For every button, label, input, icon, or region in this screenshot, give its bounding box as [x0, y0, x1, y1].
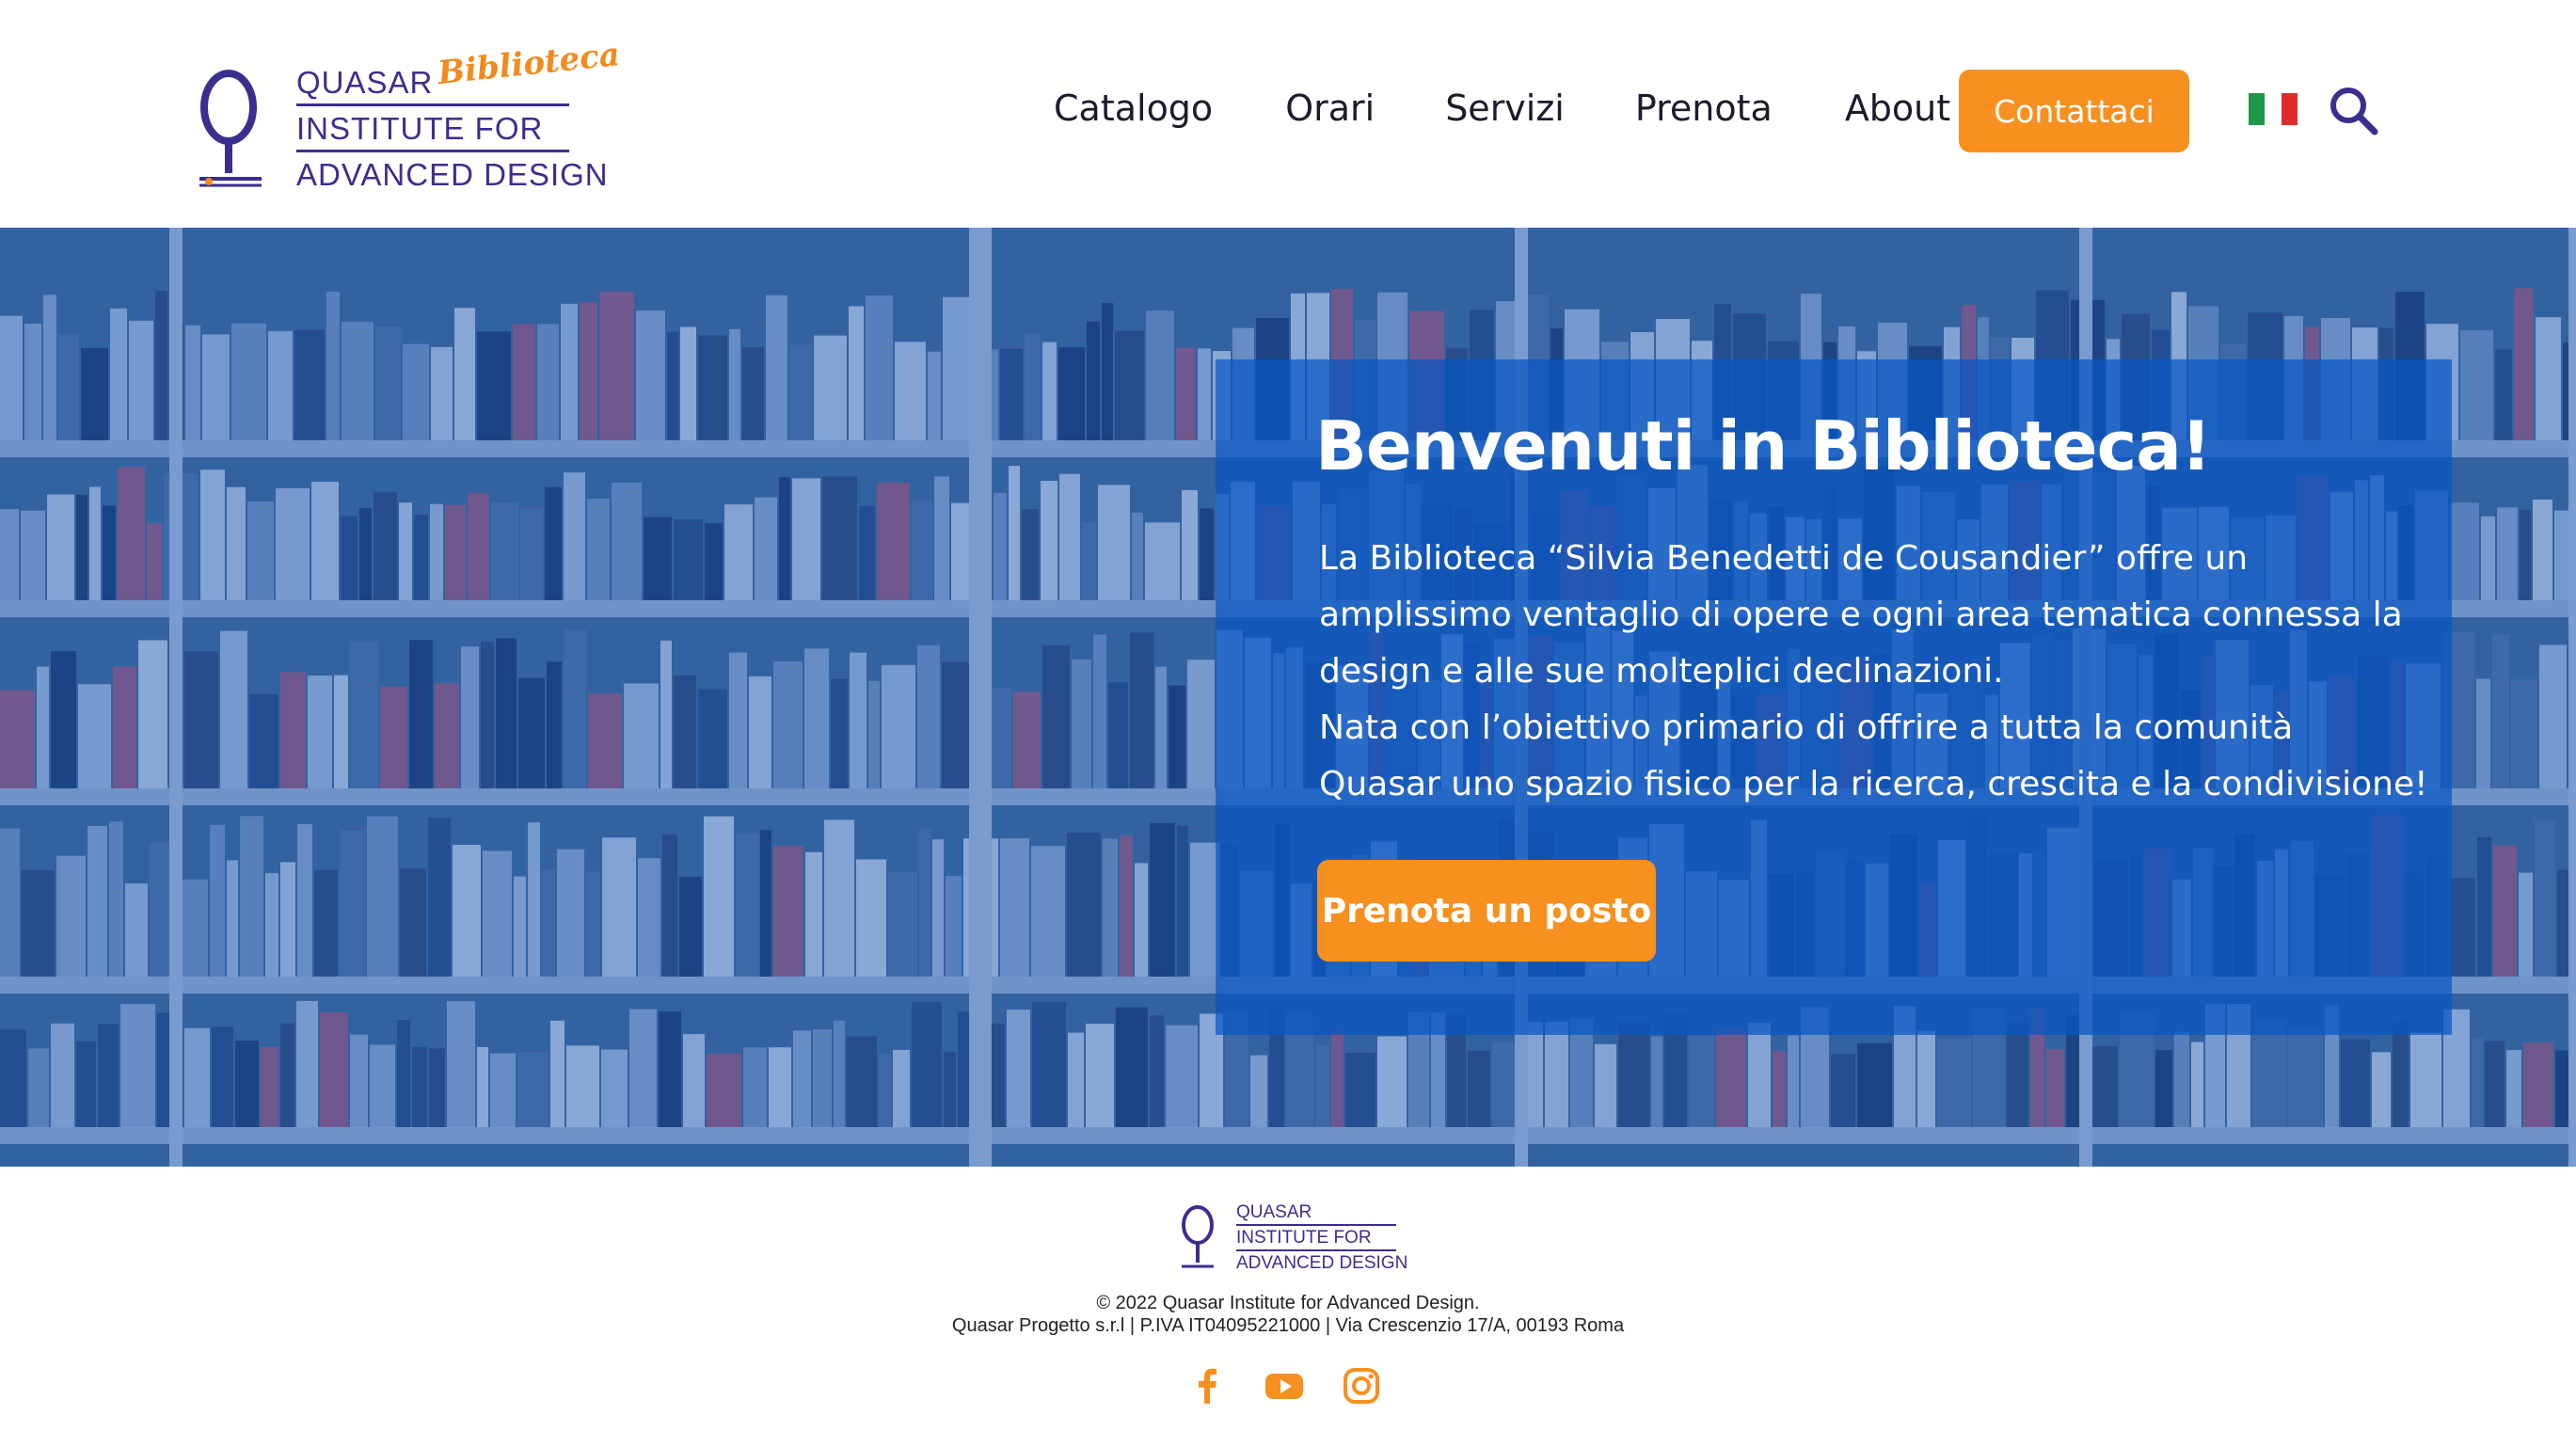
site-footer: QUASAR INSTITUTE FOR ADVANCED DESIGN © 2…	[0, 1167, 2576, 1447]
footer-logo-divider	[1236, 1249, 1396, 1251]
footer-logo[interactable]: QUASAR INSTITUTE FOR ADVANCED DESIGN	[1180, 1202, 1407, 1274]
nav-item-orari[interactable]: Orari	[1285, 81, 1375, 135]
footer-logo-line-quasar: QUASAR	[1236, 1202, 1312, 1222]
hero-description-line: Quasar uno spazio fisico per la ricerca,…	[1319, 765, 2428, 803]
hero-description-line: design e alle sue molteplici declinazion…	[1319, 652, 2004, 691]
logo-divider	[296, 150, 569, 152]
footer-company-info: Quasar Progetto s.r.l | P.IVA IT04095221…	[951, 1315, 1625, 1336]
youtube-icon[interactable]	[1264, 1366, 1304, 1406]
logo-line-institute: INSTITUTE FOR	[296, 111, 544, 146]
nav-item-prenota[interactable]: Prenota	[1635, 81, 1773, 135]
italy-flag-icon[interactable]	[2249, 93, 2298, 125]
footer-logo-line-advanced-design: ADVANCED DESIGN	[1236, 1253, 1408, 1273]
social-links	[1187, 1366, 1381, 1406]
search-icon[interactable]	[2328, 85, 2378, 135]
reserve-seat-button[interactable]: Prenota un posto	[1317, 860, 1656, 962]
logo-line-advanced-design: ADVANCED DESIGN	[296, 157, 609, 192]
instagram-icon[interactable]	[1342, 1366, 1381, 1406]
facebook-icon[interactable]	[1187, 1366, 1227, 1406]
site-header: QUASAR INSTITUTE FOR ADVANCED DESIGN Bib…	[0, 0, 2576, 228]
quasar-biblioteca-logo[interactable]: QUASAR INSTITUTE FOR ADVANCED DESIGN Bib…	[198, 36, 622, 196]
hero-section: Benvenuti in Biblioteca! La Biblioteca “…	[0, 228, 2576, 1167]
logo-divider	[296, 103, 569, 106]
hero-description-line: La Biblioteca “Silvia Benedetti de Cousa…	[1319, 539, 2249, 578]
contact-button[interactable]: Contattaci	[1959, 70, 2189, 152]
hero-description: La Biblioteca “Silvia Benedetti de Cousa…	[1319, 531, 2429, 813]
hero-description-line: amplissimo ventaglio di opere e ogni are…	[1319, 596, 2403, 634]
hero-title: Benvenuti in Biblioteca!	[1315, 406, 2212, 485]
footer-logo-wordmark: QUASAR INSTITUTE FOR ADVANCED DESIGN	[1236, 1202, 1407, 1274]
nav-item-servizi[interactable]: Servizi	[1445, 81, 1565, 135]
quasar-logo-mark-icon	[1182, 1205, 1214, 1268]
quasar-logo-mark-icon	[199, 70, 262, 187]
main-nav: Catalogo Orari Servizi Prenota About	[1054, 81, 1950, 135]
hero-description-line: Nata con l’obiettivo primario di offrire…	[1319, 708, 2294, 747]
nav-item-catalogo[interactable]: Catalogo	[1054, 81, 1213, 135]
footer-copyright: © 2022 Quasar Institute for Advanced Des…	[1096, 1293, 1480, 1313]
nav-item-about[interactable]: About	[1845, 81, 1950, 135]
footer-logo-line-institute: INSTITUTE FOR	[1236, 1228, 1372, 1248]
footer-logo-divider	[1236, 1224, 1396, 1226]
